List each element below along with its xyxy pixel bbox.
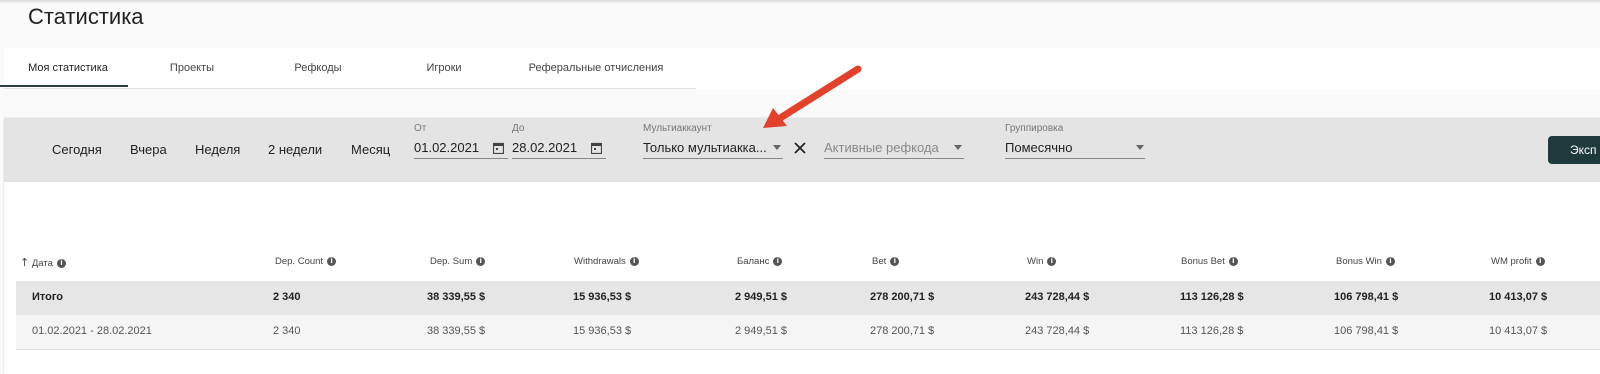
table-row[interactable]: 01.02.2021 - 28.02.2021 2 340 38 339,55 …	[16, 315, 1600, 350]
active-tab-indicator	[0, 85, 128, 87]
table-cell: 278 200,71 $	[870, 325, 935, 337]
export-button[interactable]: Эксп	[1548, 136, 1600, 164]
header-bet[interactable]: Bet i	[872, 256, 900, 267]
header-bet-label: Bet	[872, 256, 887, 267]
header-withdrawals[interactable]: Withdrawals i	[574, 256, 639, 267]
grouping-select[interactable]: Помесячно	[1005, 140, 1072, 155]
header-date[interactable]: ↑ Дата i	[20, 256, 66, 269]
header-withdrawals-label: Withdrawals	[574, 256, 626, 267]
tab-players[interactable]: Игроки	[384, 48, 504, 88]
range-2weeks-button[interactable]: 2 недели	[268, 142, 322, 157]
range-yesterday-button[interactable]: Вчера	[130, 142, 167, 157]
header-dep-sum-label: Dep. Sum	[430, 256, 473, 267]
grouping-label: Группировка	[1005, 123, 1064, 134]
tab-referral-payouts[interactable]: Реферальные отчисления	[514, 48, 678, 88]
header-date-label: Дата	[31, 258, 53, 269]
top-shadow	[0, 0, 1600, 4]
grouping-underline	[1005, 158, 1145, 159]
header-win[interactable]: Win i	[1027, 256, 1057, 267]
info-icon[interactable]: i	[1535, 256, 1545, 266]
tab-my-stats[interactable]: Моя статистика	[4, 48, 132, 88]
chevron-down-icon[interactable]	[954, 145, 962, 150]
table-cell: 2 340	[273, 325, 301, 337]
header-win-label: Win	[1027, 256, 1044, 267]
table-cell: 106 798,41 $	[1334, 325, 1399, 337]
table-cell: 113 126,28 $	[1180, 291, 1244, 303]
table-cell: 243 728,44 $	[1025, 291, 1090, 303]
header-bonus-win[interactable]: Bonus Win i	[1336, 256, 1395, 267]
info-icon[interactable]: i	[773, 256, 783, 266]
header-dep-count[interactable]: Dep. Count i	[275, 256, 337, 267]
header-bonus-win-label: Bonus Win	[1336, 256, 1382, 267]
info-icon[interactable]: i	[56, 258, 66, 268]
info-icon[interactable]: i	[1047, 256, 1057, 266]
table-cell: 15 936,53 $	[573, 325, 632, 337]
table-cell: 38 339,55 $	[427, 325, 486, 337]
table-cell: 243 728,44 $	[1025, 325, 1090, 337]
table-cell: 106 798,41 $	[1334, 291, 1399, 303]
multiaccount-select[interactable]: Только мультиакка...	[643, 140, 767, 155]
date-range-cell: 01.02.2021 - 28.02.2021	[32, 325, 152, 337]
total-label-cell: Итого	[32, 291, 64, 303]
to-date-input[interactable]: 28.02.2021	[512, 140, 577, 155]
info-icon[interactable]: i	[890, 256, 900, 266]
chevron-down-icon[interactable]	[773, 145, 781, 150]
table-cell: 2 949,51 $	[735, 325, 787, 337]
table-cell: 278 200,71 $	[870, 291, 935, 303]
header-balance-label: Баланс	[737, 256, 770, 267]
header-wm-profit[interactable]: WM profit i	[1491, 256, 1545, 267]
to-date-underline	[512, 158, 606, 159]
chevron-down-icon[interactable]	[1136, 145, 1144, 150]
calendar-icon[interactable]	[493, 142, 504, 154]
page-title: Статистика	[28, 4, 144, 29]
info-icon[interactable]: i	[1385, 256, 1395, 266]
refcodes-underline	[824, 158, 964, 159]
header-dep-count-label: Dep. Count	[275, 256, 324, 267]
calendar-icon[interactable]	[591, 142, 602, 154]
table-cell: 10 413,07 $	[1489, 291, 1548, 303]
tab-bar: Моя статистика Проекты Рефкоды Игроки Ре…	[4, 48, 696, 89]
header-dep-sum[interactable]: Dep. Sum i	[430, 256, 486, 267]
table-row-total: Итого 2 340 38 339,55 $ 15 936,53 $ 2 94…	[16, 281, 1600, 315]
table-cell: 2 949,51 $	[735, 291, 787, 303]
table-cell: 10 413,07 $	[1489, 325, 1548, 337]
refcodes-select[interactable]: Активные рефкода	[824, 140, 939, 155]
header-bonus-bet[interactable]: Bonus Bet i	[1181, 256, 1238, 267]
from-date-underline	[414, 158, 508, 159]
multiaccount-underline	[643, 158, 783, 159]
multiaccount-label: Мультиаккаунт	[643, 123, 712, 134]
sort-up-arrow-icon[interactable]: ↑	[20, 256, 29, 269]
table-cell: 38 339,55 $	[427, 291, 486, 303]
tab-projects[interactable]: Проекты	[132, 48, 252, 88]
range-today-button[interactable]: Сегодня	[52, 142, 102, 157]
table-cell: 15 936,53 $	[573, 291, 632, 303]
info-icon[interactable]: i	[327, 256, 337, 266]
table-cell: 2 340	[273, 291, 301, 303]
info-icon[interactable]: i	[1228, 256, 1238, 266]
info-icon[interactable]: i	[476, 256, 486, 266]
annotation-arrow-icon	[763, 65, 862, 128]
from-date-label: От	[414, 123, 427, 134]
clear-close-icon[interactable]	[794, 142, 806, 154]
info-icon[interactable]: i	[629, 256, 639, 266]
header-wm-profit-label: WM profit	[1491, 256, 1532, 267]
range-week-button[interactable]: Неделя	[195, 142, 240, 157]
range-month-button[interactable]: Месяц	[351, 142, 390, 157]
from-date-input[interactable]: 01.02.2021	[414, 140, 479, 155]
table-cell: 113 126,28 $	[1180, 325, 1244, 337]
header-bonus-bet-label: Bonus Bet	[1181, 256, 1225, 267]
to-date-label: До	[512, 123, 525, 134]
tab-refcodes[interactable]: Рефкоды	[258, 48, 378, 88]
header-balance[interactable]: Баланс i	[737, 256, 783, 267]
